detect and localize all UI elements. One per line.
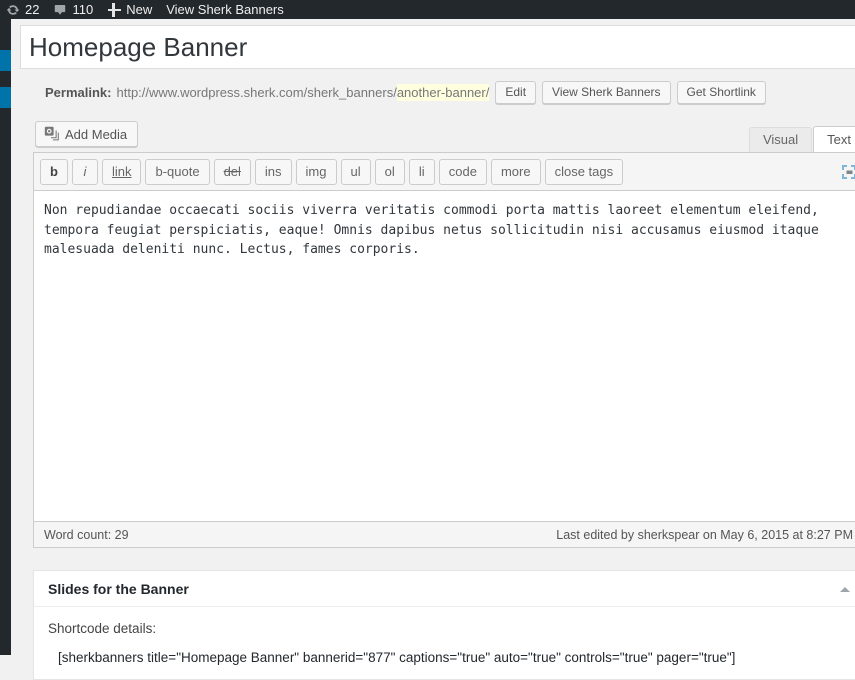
add-media-button[interactable]: Add Media — [35, 121, 138, 147]
post-title-container — [20, 25, 855, 69]
quicktag-close-tags[interactable]: close tags — [545, 159, 624, 185]
permalink-base: http://www.wordpress.sherk.com/sherk_ban… — [116, 85, 396, 100]
adminbar-new-label: New — [126, 2, 152, 17]
sidebar-menu-highlight-1[interactable] — [0, 50, 11, 71]
quicktag-ol[interactable]: ol — [375, 159, 405, 185]
plus-icon — [107, 3, 121, 17]
post-content-textarea[interactable]: Non repudiandae occaecati sociis viverra… — [33, 190, 855, 522]
sidebar-menu-highlight-2[interactable] — [0, 87, 11, 108]
adminbar-view-site[interactable]: View Sherk Banners — [159, 0, 291, 19]
tab-text-editor[interactable]: Text — [813, 126, 855, 152]
quicktag-ins[interactable]: ins — [255, 159, 292, 185]
edit-permalink-button[interactable]: Edit — [495, 81, 536, 104]
comment-bubble-icon — [53, 3, 67, 16]
slides-metabox-header[interactable]: Slides for the Banner — [34, 571, 855, 607]
editor-mode-tabs: Visual Text — [748, 124, 855, 152]
adminbar-comments[interactable]: 110 — [46, 0, 100, 19]
post-editor: Add Media Visual Text b i link b-quote d… — [20, 113, 855, 549]
slides-metabox-body: Shortcode details: [sherkbanners title="… — [34, 607, 855, 665]
media-camera-icon — [44, 126, 60, 142]
shortcode-details-label: Shortcode details: — [48, 621, 855, 636]
editor-status-bar: Word count: 29 Last edited by sherkspear… — [33, 522, 855, 548]
adminbar-updates[interactable]: 22 — [0, 0, 46, 19]
quicktag-bold[interactable]: b — [40, 159, 68, 185]
permalink-label: Permalink: — [45, 85, 111, 100]
word-count: Word count: 29 — [44, 528, 129, 542]
quicktags-toolbar: b i link b-quote del ins img ul ol li co… — [33, 152, 855, 190]
adminbar-new-content[interactable]: New — [100, 0, 159, 19]
quicktag-link[interactable]: link — [102, 159, 142, 185]
permalink-slug: another-banner/ — [397, 84, 490, 101]
adminbar-view-label: View Sherk Banners — [166, 2, 284, 17]
permalink-url: http://www.wordpress.sherk.com/sherk_ban… — [116, 85, 489, 100]
quicktag-ul[interactable]: ul — [341, 159, 371, 185]
quicktag-del[interactable]: del — [214, 159, 251, 185]
view-post-button[interactable]: View Sherk Banners — [542, 81, 671, 104]
quicktag-blockquote[interactable]: b-quote — [145, 159, 209, 185]
get-shortlink-button[interactable]: Get Shortlink — [677, 81, 766, 104]
slides-metabox-title: Slides for the Banner — [34, 571, 189, 607]
comments-count: 110 — [72, 2, 93, 17]
quicktag-img[interactable]: img — [296, 159, 337, 185]
quicktag-italic[interactable]: i — [72, 159, 98, 185]
admin-bar: 22 110 New View Sherk Banners — [0, 0, 855, 19]
quicktag-code[interactable]: code — [439, 159, 487, 185]
add-media-label: Add Media — [65, 127, 127, 142]
post-edit-body: Permalink: http://www.wordpress.sherk.co… — [11, 19, 855, 655]
fullscreen-expand-icon[interactable] — [839, 162, 855, 182]
tab-visual-editor[interactable]: Visual — [749, 127, 812, 152]
last-edited-info: Last edited by sherkspear on May 6, 2015… — [556, 528, 853, 542]
admin-sidebar-menu[interactable] — [0, 19, 11, 655]
quicktag-more[interactable]: more — [491, 159, 541, 185]
updates-count: 22 — [25, 2, 39, 17]
shortcode-value: [sherkbanners title="Homepage Banner" ba… — [48, 650, 855, 665]
post-title-input[interactable] — [21, 26, 855, 68]
quicktag-li[interactable]: li — [409, 159, 435, 185]
permalink-row: Permalink: http://www.wordpress.sherk.co… — [20, 76, 855, 108]
slides-metabox: Slides for the Banner Shortcode details:… — [33, 570, 855, 680]
updates-icon — [6, 3, 20, 17]
chevron-up-glyph — [840, 587, 850, 592]
chevron-up-icon[interactable] — [832, 577, 855, 601]
editor-toolbar-top: Add Media Visual Text — [20, 113, 855, 152]
